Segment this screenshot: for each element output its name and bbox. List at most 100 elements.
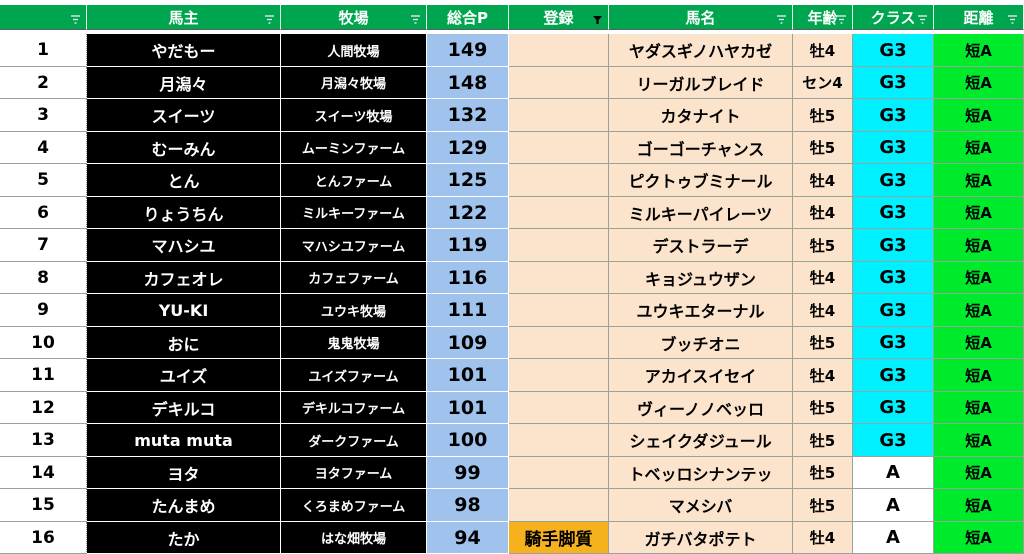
- ranch-cell[interactable]: ダークファーム: [281, 424, 427, 457]
- age-cell[interactable]: 牡5: [793, 489, 853, 522]
- entry-cell[interactable]: [509, 327, 609, 359]
- horse-name-cell[interactable]: トベッロシナンテッ: [609, 457, 793, 489]
- age-cell[interactable]: 牡4: [793, 164, 853, 197]
- distance-cell[interactable]: 短A: [934, 489, 1024, 522]
- class-cell[interactable]: G3: [853, 67, 934, 99]
- horse-name-cell[interactable]: シェイクダジュール: [609, 424, 793, 457]
- ranch-cell[interactable]: ヨタファーム: [281, 457, 427, 489]
- age-cell[interactable]: セン4: [793, 67, 853, 99]
- entry-cell[interactable]: [509, 489, 609, 522]
- owner-cell[interactable]: ヨタ: [87, 457, 281, 489]
- rank-cell[interactable]: 9: [0, 294, 87, 327]
- rank-cell[interactable]: 2: [0, 67, 87, 99]
- owner-cell[interactable]: マハシユ: [87, 229, 281, 262]
- points-cell[interactable]: 116: [427, 262, 509, 294]
- owner-cell[interactable]: やだもー: [87, 34, 281, 67]
- entry-cell[interactable]: [509, 197, 609, 229]
- filter-dropdown-icon[interactable]: [68, 13, 83, 26]
- horse-name-cell[interactable]: ヴィーノノベッロ: [609, 392, 793, 424]
- entry-cell[interactable]: [509, 457, 609, 489]
- horse-name-cell[interactable]: ミルキーパイレーツ: [609, 197, 793, 229]
- class-cell[interactable]: A: [853, 522, 934, 554]
- points-cell[interactable]: 125: [427, 164, 509, 197]
- owner-cell[interactable]: スイーツ: [87, 99, 281, 132]
- owner-cell[interactable]: ユイズ: [87, 359, 281, 392]
- ranch-cell[interactable]: デキルコファーム: [281, 392, 427, 424]
- class-cell[interactable]: G3: [853, 229, 934, 262]
- age-cell[interactable]: 牡4: [793, 262, 853, 294]
- entry-cell[interactable]: [509, 392, 609, 424]
- rank-cell[interactable]: 16: [0, 522, 87, 554]
- class-cell[interactable]: G3: [853, 197, 934, 229]
- age-cell[interactable]: 牡5: [793, 457, 853, 489]
- rank-cell[interactable]: 13: [0, 424, 87, 457]
- class-cell[interactable]: G3: [853, 359, 934, 392]
- age-cell[interactable]: 牡4: [793, 294, 853, 327]
- points-cell[interactable]: 101: [427, 392, 509, 424]
- entry-cell[interactable]: [509, 132, 609, 164]
- age-cell[interactable]: 牡5: [793, 132, 853, 164]
- class-cell[interactable]: G3: [853, 392, 934, 424]
- rank-cell[interactable]: 1: [0, 34, 87, 67]
- rank-cell[interactable]: 12: [0, 392, 87, 424]
- points-cell[interactable]: 122: [427, 197, 509, 229]
- age-cell[interactable]: 牡4: [793, 522, 853, 554]
- points-cell[interactable]: 132: [427, 99, 509, 132]
- rank-cell[interactable]: 4: [0, 132, 87, 164]
- points-cell[interactable]: 119: [427, 229, 509, 262]
- horse-name-cell[interactable]: マメシバ: [609, 489, 793, 522]
- ranch-cell[interactable]: ユイズファーム: [281, 359, 427, 392]
- filter-dropdown-icon[interactable]: [262, 13, 277, 26]
- age-cell[interactable]: 牡4: [793, 359, 853, 392]
- rank-cell[interactable]: 7: [0, 229, 87, 262]
- owner-cell[interactable]: むーみん: [87, 132, 281, 164]
- class-cell[interactable]: A: [853, 457, 934, 489]
- points-cell[interactable]: 98: [427, 489, 509, 522]
- horse-name-cell[interactable]: ユウキエターナル: [609, 294, 793, 327]
- class-cell[interactable]: A: [853, 489, 934, 522]
- distance-cell[interactable]: 短A: [934, 67, 1024, 99]
- ranch-cell[interactable]: くろまめファーム: [281, 489, 427, 522]
- class-cell[interactable]: G3: [853, 424, 934, 457]
- ranch-cell[interactable]: とんファーム: [281, 164, 427, 197]
- horse-name-cell[interactable]: アカイスイセイ: [609, 359, 793, 392]
- filter-dropdown-icon[interactable]: [915, 13, 930, 26]
- entry-cell[interactable]: [509, 34, 609, 67]
- ranch-cell[interactable]: マハシユファーム: [281, 229, 427, 262]
- distance-cell[interactable]: 短A: [934, 164, 1024, 197]
- entry-cell[interactable]: 騎手脚質: [509, 522, 609, 554]
- rank-cell[interactable]: 15: [0, 489, 87, 522]
- ranch-cell[interactable]: ムーミンファーム: [281, 132, 427, 164]
- entry-cell[interactable]: [509, 164, 609, 197]
- entry-cell[interactable]: [509, 359, 609, 392]
- owner-cell[interactable]: カフェオレ: [87, 262, 281, 294]
- age-cell[interactable]: 牡5: [793, 99, 853, 132]
- filter-dropdown-icon[interactable]: [774, 13, 789, 26]
- horse-name-cell[interactable]: ヤダスギノハヤカゼ: [609, 34, 793, 67]
- rank-cell[interactable]: 5: [0, 164, 87, 197]
- owner-cell[interactable]: たんまめ: [87, 489, 281, 522]
- rank-cell[interactable]: 6: [0, 197, 87, 229]
- class-cell[interactable]: G3: [853, 294, 934, 327]
- rank-cell[interactable]: 14: [0, 457, 87, 489]
- horse-name-cell[interactable]: リーガルブレイド: [609, 67, 793, 99]
- distance-cell[interactable]: 短A: [934, 359, 1024, 392]
- class-cell[interactable]: G3: [853, 327, 934, 359]
- ranch-cell[interactable]: 人間牧場: [281, 34, 427, 67]
- ranch-cell[interactable]: ミルキーファーム: [281, 197, 427, 229]
- distance-cell[interactable]: 短A: [934, 424, 1024, 457]
- age-cell[interactable]: 牡5: [793, 392, 853, 424]
- entry-cell[interactable]: [509, 262, 609, 294]
- age-cell[interactable]: 牡5: [793, 424, 853, 457]
- owner-cell[interactable]: YU-KI: [87, 294, 281, 327]
- points-cell[interactable]: 94: [427, 522, 509, 554]
- horse-name-cell[interactable]: キョジュウザン: [609, 262, 793, 294]
- ranch-cell[interactable]: スイーツ牧場: [281, 99, 427, 132]
- rank-cell[interactable]: 10: [0, 327, 87, 359]
- distance-cell[interactable]: 短A: [934, 522, 1024, 554]
- distance-cell[interactable]: 短A: [934, 34, 1024, 67]
- class-cell[interactable]: G3: [853, 262, 934, 294]
- distance-cell[interactable]: 短A: [934, 197, 1024, 229]
- horse-name-cell[interactable]: ゴーゴーチャンス: [609, 132, 793, 164]
- owner-cell[interactable]: おに: [87, 327, 281, 359]
